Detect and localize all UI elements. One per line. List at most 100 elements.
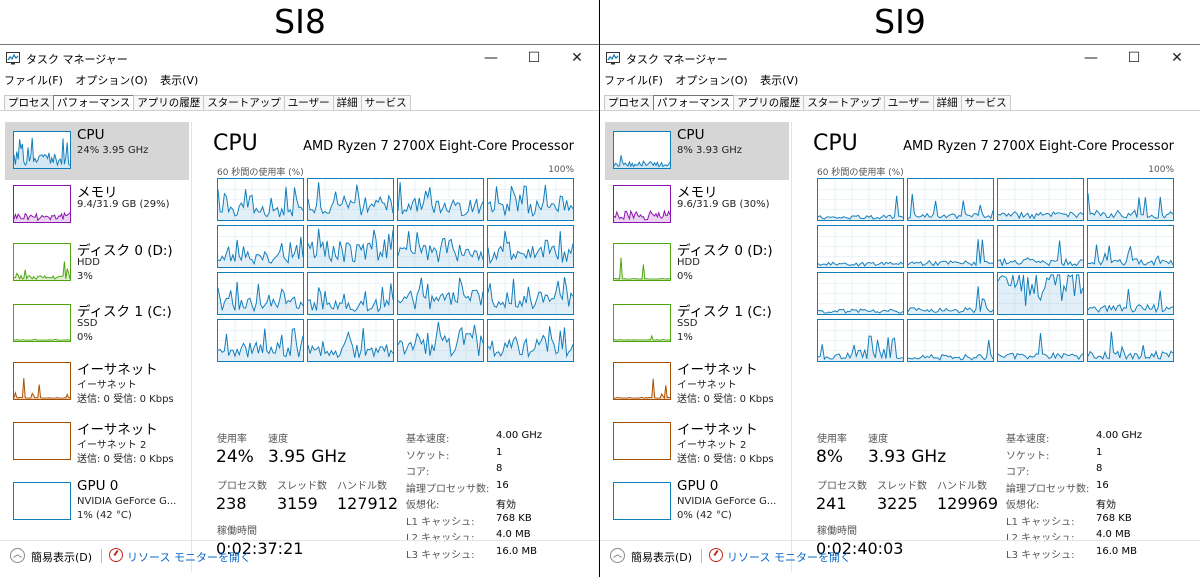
task-manager-icon: [606, 52, 620, 65]
tab-divider: [600, 110, 1200, 111]
tab-processes[interactable]: プロセス: [604, 95, 654, 111]
logical-processor-graph: [217, 225, 304, 268]
spec-label: ソケット:: [406, 450, 450, 462]
pane-divider: [191, 122, 192, 572]
sidebar-item-title: GPU 0: [77, 478, 119, 494]
maximize-button[interactable]: ☐: [513, 45, 555, 71]
sidebar-thumbnail-graph: [13, 243, 71, 281]
tab-performance[interactable]: パフォーマンス: [653, 95, 735, 111]
panel-label: SI9: [874, 2, 926, 41]
sidebar-item-disk-1[interactable]: ディスク 1 (C:) SSD 0%: [5, 295, 189, 353]
tab-services[interactable]: サービス: [360, 95, 411, 111]
spec-value: 16: [496, 479, 509, 491]
logical-processor-graph: [1087, 225, 1174, 268]
tab-details[interactable]: 詳細: [932, 95, 962, 111]
usage-area: [218, 281, 303, 314]
cpu-model-name: AMD Ryzen 7 2700X Eight-Core Processor: [303, 139, 574, 154]
spec-label: 基本速度:: [406, 434, 450, 445]
menu-view[interactable]: 表示(V): [160, 71, 198, 91]
sidebar-item-memory[interactable]: メモリ 9.6/31.9 GB (30%): [605, 176, 789, 234]
sidebar-item-gpu-0[interactable]: GPU 0 NVIDIA GeForce G... 0% (42 °C): [605, 473, 789, 531]
fewer-details-link[interactable]: 簡易表示(D): [631, 549, 692, 565]
logical-processor-graphs[interactable]: [817, 178, 1175, 364]
logical-processor-graphs[interactable]: [217, 178, 575, 364]
spec-value: 768 KB: [1096, 512, 1132, 524]
menu-file[interactable]: ファイル(F): [4, 71, 63, 91]
tab-startup[interactable]: スタートアップ: [203, 95, 285, 111]
menu-options[interactable]: オプション(O): [675, 71, 747, 91]
sidebar-thumbnail-graph: [613, 131, 671, 169]
logical-processor-graph: [997, 225, 1084, 268]
sidebar-item-subdetail: 0%: [77, 332, 93, 343]
sidebar-item-subdetail: 3%: [77, 271, 93, 282]
logical-processor-graph: [997, 178, 1084, 221]
spec-value: 有効: [1096, 500, 1116, 511]
usage-line: [998, 240, 1083, 267]
sidebar-item-detail: イーサネット: [677, 380, 737, 391]
tab-users[interactable]: ユーザー: [883, 95, 934, 111]
sidebar-item-subdetail: 0% (42 °C): [677, 510, 732, 521]
spec-value: 1: [1096, 446, 1103, 458]
chevron-up-icon[interactable]: ︿: [610, 548, 625, 563]
speed-value: 3.95 GHz: [268, 447, 347, 467]
processes-label: プロセス数: [817, 481, 867, 492]
sidebar-item-disk-1[interactable]: ディスク 1 (C:) SSD 1%: [605, 295, 789, 353]
tab-processes[interactable]: プロセス: [4, 95, 54, 111]
open-resource-monitor-link[interactable]: リソース モニターを開く: [127, 549, 251, 565]
usage-value: 24%: [216, 447, 254, 467]
sidebar-item-ethernet-2[interactable]: イーサネット イーサネット 2 送信: 0 受信: 0 Kbps: [605, 413, 789, 471]
sidebar-item-ethernet-2[interactable]: イーサネット イーサネット 2 送信: 0 受信: 0 Kbps: [5, 413, 189, 471]
sidebar-thumbnail-graph: [613, 362, 671, 400]
sidebar-item-detail: SSD: [677, 318, 698, 329]
logical-processor-graph: [817, 225, 904, 268]
tab-app-history[interactable]: アプリの履歴: [733, 95, 805, 111]
threads-label: スレッド数: [877, 481, 927, 492]
menu-view[interactable]: 表示(V): [760, 71, 798, 91]
tab-app-history[interactable]: アプリの履歴: [133, 95, 205, 111]
menu-options[interactable]: オプション(O): [75, 71, 147, 91]
minimize-button[interactable]: —: [470, 45, 512, 71]
resource-monitor-icon[interactable]: [709, 548, 723, 562]
usage-label: 使用率: [817, 434, 847, 445]
sidebar-item-cpu[interactable]: CPU 24% 3.95 GHz: [5, 122, 189, 180]
fewer-details-link[interactable]: 簡易表示(D): [31, 549, 92, 565]
resource-sidebar: CPU 24% 3.95 GHz メモリ 9.4/31.9 GB (29%) ディスク …: [2, 122, 190, 536]
sidebar-item-title: イーサネット: [677, 362, 758, 378]
usage-line: [908, 239, 993, 267]
resource-monitor-icon[interactable]: [109, 548, 123, 562]
minimize-button[interactable]: —: [1070, 45, 1112, 71]
tab-startup[interactable]: スタートアップ: [803, 95, 885, 111]
comparison-panel: SI9 タスク マネージャー — ☐ ✕ ファイル(F) オプション(O) 表示…: [600, 0, 1200, 577]
close-button[interactable]: ✕: [556, 45, 598, 71]
threads-label: スレッド数: [277, 481, 327, 492]
title-bar: タスク マネージャー — ☐ ✕: [600, 45, 1200, 71]
logical-processor-graph: [307, 319, 394, 362]
spec-label: L1 キャッシュ:: [1006, 516, 1075, 528]
maximize-button[interactable]: ☐: [1113, 45, 1155, 71]
sidebar-item-cpu[interactable]: CPU 8% 3.93 GHz: [605, 122, 789, 180]
sidebar-item-subdetail: 1% (42 °C): [77, 510, 132, 521]
sidebar-item-ethernet[interactable]: イーサネット イーサネット 送信: 0 受信: 0 Kbps: [605, 353, 789, 411]
tab-details[interactable]: 詳細: [332, 95, 362, 111]
resource-sidebar: CPU 8% 3.93 GHz メモリ 9.6/31.9 GB (30%) ディスク 0…: [602, 122, 790, 536]
sidebar-item-subdetail: 送信: 0 受信: 0 Kbps: [677, 454, 774, 465]
sidebar-item-disk-0[interactable]: ディスク 0 (D:) HDD 0%: [605, 234, 789, 292]
sidebar-thumbnail-graph: [613, 243, 671, 281]
sidebar-item-gpu-0[interactable]: GPU 0 NVIDIA GeForce G... 1% (42 °C): [5, 473, 189, 531]
sidebar-thumbnail-graph: [613, 422, 671, 460]
sidebar-item-disk-0[interactable]: ディスク 0 (D:) HDD 3%: [5, 234, 189, 292]
close-button[interactable]: ✕: [1156, 45, 1198, 71]
sidebar-item-memory[interactable]: メモリ 9.4/31.9 GB (29%): [5, 176, 189, 234]
logical-processor-graph: [487, 178, 574, 221]
usage-area: [398, 321, 483, 361]
sidebar-thumbnail-graph: [13, 304, 71, 342]
chevron-up-icon[interactable]: ︿: [10, 548, 25, 563]
tab-users[interactable]: ユーザー: [283, 95, 334, 111]
sidebar-item-ethernet[interactable]: イーサネット イーサネット 送信: 0 受信: 0 Kbps: [5, 353, 189, 411]
tab-services[interactable]: サービス: [960, 95, 1011, 111]
sidebar-item-title: イーサネット: [77, 362, 158, 378]
menu-file[interactable]: ファイル(F): [604, 71, 663, 91]
open-resource-monitor-link[interactable]: リソース モニターを開く: [727, 549, 851, 565]
tab-performance[interactable]: パフォーマンス: [53, 95, 135, 111]
spec-value: 1: [496, 446, 503, 458]
